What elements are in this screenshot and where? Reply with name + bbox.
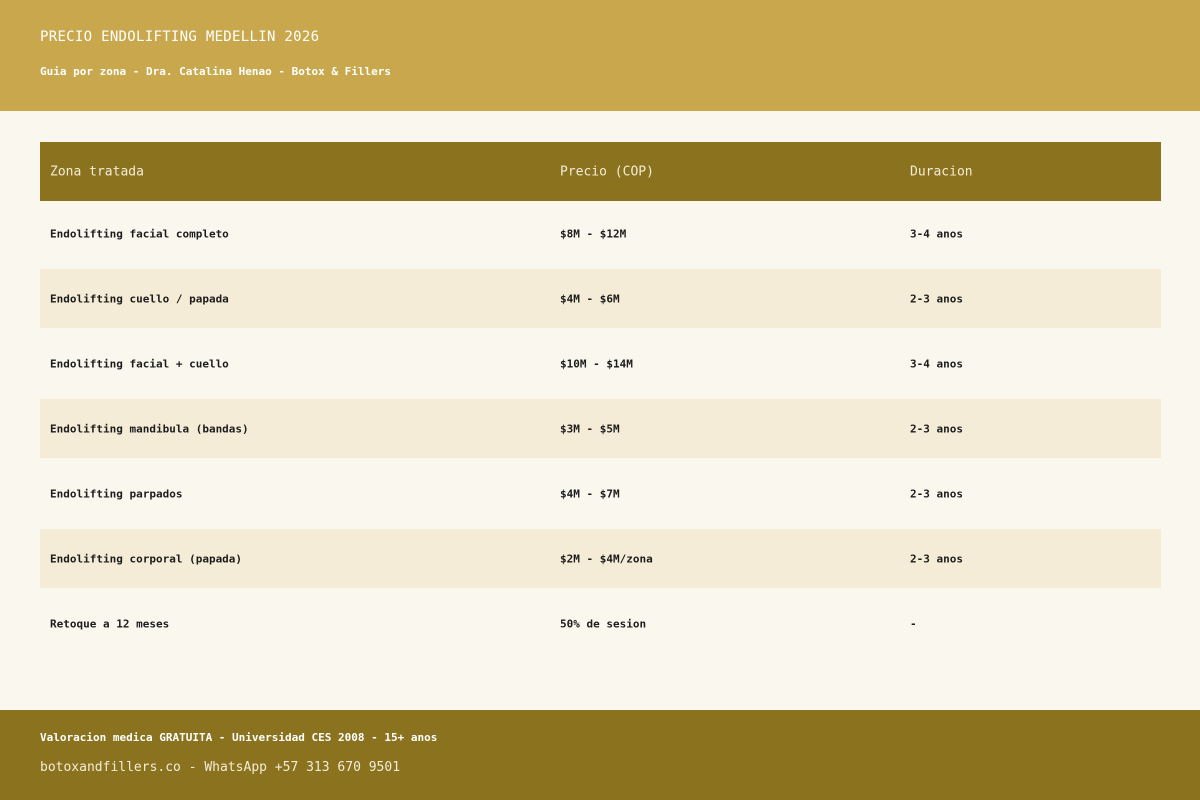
- page-subtitle: Guia por zona - Dra. Catalina Henao - Bo…: [40, 65, 391, 78]
- duracion-cell: -: [910, 617, 917, 630]
- zona-cell: Retoque a 12 meses: [50, 617, 170, 630]
- footer-contact: botoxandfillers.co - WhatsApp +57 313 67…: [40, 760, 401, 775]
- zona-cell: Endolifting facial completo: [50, 227, 229, 240]
- table-row: Endolifting facial completo $8M - $12M 3…: [40, 201, 1161, 266]
- duracion-cell: 2-3 anos: [910, 552, 963, 565]
- precio-cell: $4M - $6M: [560, 292, 620, 305]
- zona-cell: Endolifting parpados: [50, 487, 183, 500]
- page-header: PRECIO ENDOLIFTING MEDELLIN 2026 Guia po…: [0, 0, 1200, 111]
- precio-cell: $3M - $5M: [560, 422, 620, 435]
- precio-cell: 50% de sesion: [560, 617, 647, 630]
- price-table: Zona tratada Precio (COP) Duracion Endol…: [40, 142, 1161, 656]
- duracion-cell: 3-4 anos: [910, 227, 963, 240]
- zona-cell: Endolifting mandibula (bandas): [50, 422, 249, 435]
- column-header-duracion: Duracion: [910, 164, 973, 179]
- table-row: Endolifting facial + cuello $10M - $14M …: [40, 331, 1161, 396]
- page-title: PRECIO ENDOLIFTING MEDELLIN 2026: [40, 29, 320, 45]
- table-row: Endolifting corporal (papada) $2M - $4M/…: [40, 529, 1161, 588]
- zona-cell: Endolifting facial + cuello: [50, 357, 229, 370]
- precio-cell: $2M - $4M/zona: [560, 552, 653, 565]
- table-row: Retoque a 12 meses 50% de sesion -: [40, 591, 1161, 656]
- precio-cell: $10M - $14M: [560, 357, 633, 370]
- table-row: Endolifting cuello / papada $4M - $6M 2-…: [40, 269, 1161, 328]
- duracion-cell: 3-4 anos: [910, 357, 963, 370]
- duracion-cell: 2-3 anos: [910, 422, 963, 435]
- table-row: Endolifting parpados $4M - $7M 2-3 anos: [40, 461, 1161, 526]
- column-header-zona: Zona tratada: [50, 164, 144, 179]
- footer-credentials: Valoracion medica GRATUITA - Universidad…: [40, 731, 438, 744]
- precio-cell: $4M - $7M: [560, 487, 620, 500]
- page-footer: Valoracion medica GRATUITA - Universidad…: [0, 710, 1200, 800]
- precio-cell: $8M - $12M: [560, 227, 627, 240]
- zona-cell: Endolifting cuello / papada: [50, 292, 229, 305]
- table-row: Endolifting mandibula (bandas) $3M - $5M…: [40, 399, 1161, 458]
- zona-cell: Endolifting corporal (papada): [50, 552, 243, 565]
- table-header-row: Zona tratada Precio (COP) Duracion: [40, 142, 1161, 201]
- duracion-cell: 2-3 anos: [910, 487, 963, 500]
- column-header-precio: Precio (COP): [560, 164, 654, 179]
- duracion-cell: 2-3 anos: [910, 292, 963, 305]
